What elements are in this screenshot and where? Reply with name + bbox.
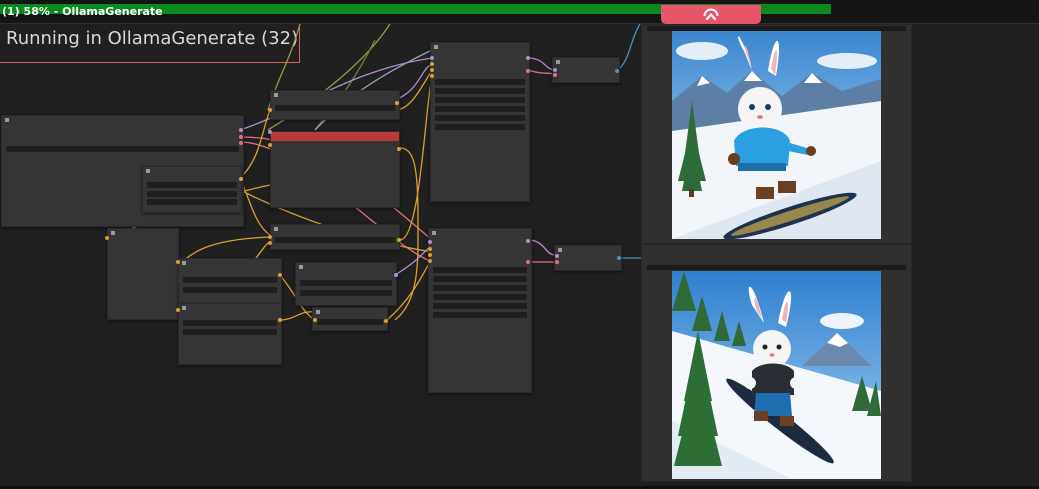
preview-image-2 [672,271,881,479]
node-ollama-generate-active[interactable] [270,131,400,208]
node-sampler-bottom[interactable] [428,228,532,393]
preview-image-1 [672,31,881,239]
node-top-middle[interactable] [270,90,400,120]
node-vae-decode-top[interactable] [552,57,620,83]
node-lower-middle[interactable] [295,262,397,306]
node-bottom-left-b[interactable] [178,303,282,365]
node-sampler-top[interactable] [430,42,530,202]
node-vae-decode-bottom[interactable] [554,245,622,271]
node-left-small[interactable] [107,228,179,320]
node-small-bottom[interactable] [312,307,388,331]
node-mid-middle[interactable] [270,224,400,250]
node-bottom-left-a[interactable] [178,258,282,305]
node-inner-left[interactable] [142,166,242,213]
